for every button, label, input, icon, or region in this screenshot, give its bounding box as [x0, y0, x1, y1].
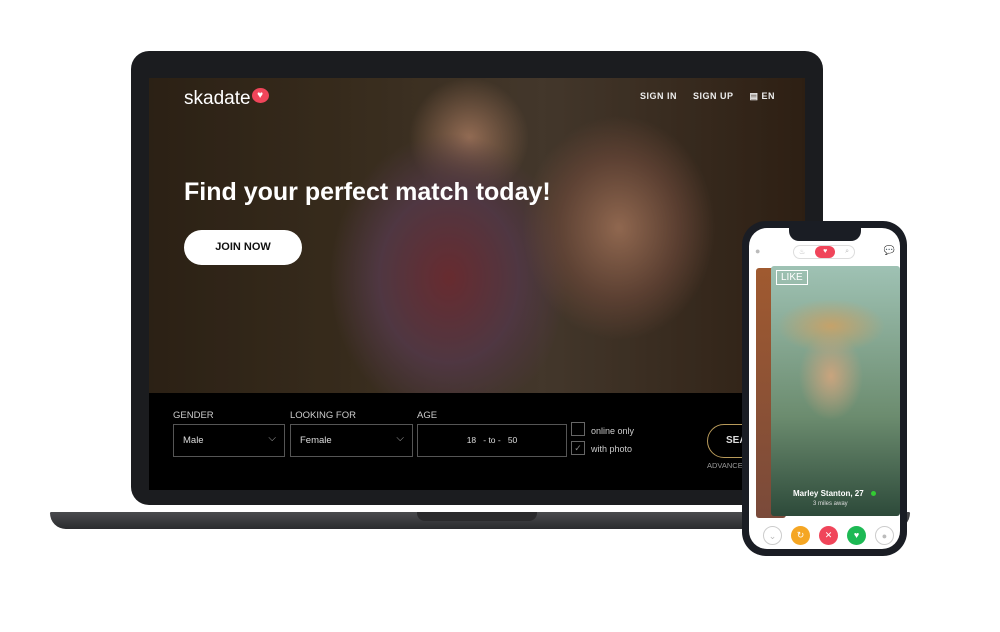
profile-name: Marley Stanton, 27: [793, 489, 864, 498]
flame-icon[interactable]: ♨: [799, 248, 805, 256]
top-nav: SIGN IN SIGN UP ▤ EN: [640, 91, 775, 102]
heart-icon[interactable]: ♥: [847, 526, 866, 545]
language-selector[interactable]: ▤ EN: [749, 91, 775, 102]
phone-tabs: ♨ ♥ ⌕: [793, 245, 855, 259]
flag-icon: ▤: [749, 91, 762, 101]
age-range: 18 - to - 50: [417, 424, 567, 457]
sign-up-link[interactable]: SIGN UP: [693, 91, 734, 102]
profile-icon[interactable]: ●: [755, 246, 760, 256]
online-dot-icon: [871, 491, 876, 496]
chevron-down-icon: ⌵: [268, 433, 276, 444]
gender-label: GENDER: [173, 410, 214, 421]
looking-for-select[interactable]: Female ⌵: [290, 424, 413, 457]
age-label: AGE: [417, 410, 438, 421]
sign-in-link[interactable]: SIGN IN: [640, 91, 677, 102]
phone-screen: ● ♨ ♥ ⌕ 💬 LIKE Marley Stanton, 27 3 mile…: [749, 228, 900, 549]
online-only-checkbox[interactable]: [571, 422, 585, 436]
online-only-label: online only: [591, 426, 635, 436]
page-title: Find your perfect match today!: [184, 178, 551, 206]
join-now-button[interactable]: JOIN NOW: [184, 230, 302, 265]
heart-tab-icon[interactable]: ♥: [815, 246, 836, 258]
logo-text: skadate: [184, 88, 251, 109]
looking-for-label: LOOKING FOR: [290, 410, 356, 421]
search-icon[interactable]: ⌕: [845, 248, 849, 256]
age-separator: - to -: [483, 435, 501, 445]
heart-icon: ♥: [251, 88, 269, 103]
user-icon[interactable]: ●: [875, 526, 894, 545]
laptop-hinge-notch: [417, 512, 537, 521]
phone-notch: [789, 228, 861, 241]
chevron-down-icon[interactable]: ⌄: [763, 526, 782, 545]
chat-icon[interactable]: 💬: [884, 245, 895, 256]
search-bar: GENDER Male ⌵ LOOKING FOR Female ⌵ AGE 18 …: [149, 393, 805, 490]
advanced-search-link[interactable]: ADVANCE: [707, 461, 743, 470]
logo[interactable]: skadate ♥: [184, 88, 269, 110]
profile-card[interactable]: LIKE Marley Stanton, 27 3 miles away: [771, 266, 900, 516]
age-to-input[interactable]: 50: [508, 435, 517, 445]
language-label: EN: [761, 91, 775, 101]
laptop-screen: skadate ♥ SIGN IN SIGN UP ▤ EN Find your …: [149, 78, 805, 490]
looking-for-value: Female: [300, 435, 332, 446]
gender-value: Male: [183, 435, 204, 446]
phone-action-buttons: ⌄ ↻ ✕ ♥ ●: [763, 526, 894, 545]
with-photo-label: with photo: [591, 444, 633, 454]
undo-icon[interactable]: ↻: [791, 526, 810, 545]
like-stamp: LIKE: [776, 270, 808, 285]
profile-distance: 3 miles away: [813, 501, 848, 507]
with-photo-checkbox[interactable]: ✓: [571, 441, 585, 455]
chevron-down-icon: ⌵: [396, 433, 404, 444]
close-icon[interactable]: ✕: [819, 526, 838, 545]
age-from-input[interactable]: 18: [467, 435, 476, 445]
gender-select[interactable]: Male ⌵: [173, 424, 285, 457]
